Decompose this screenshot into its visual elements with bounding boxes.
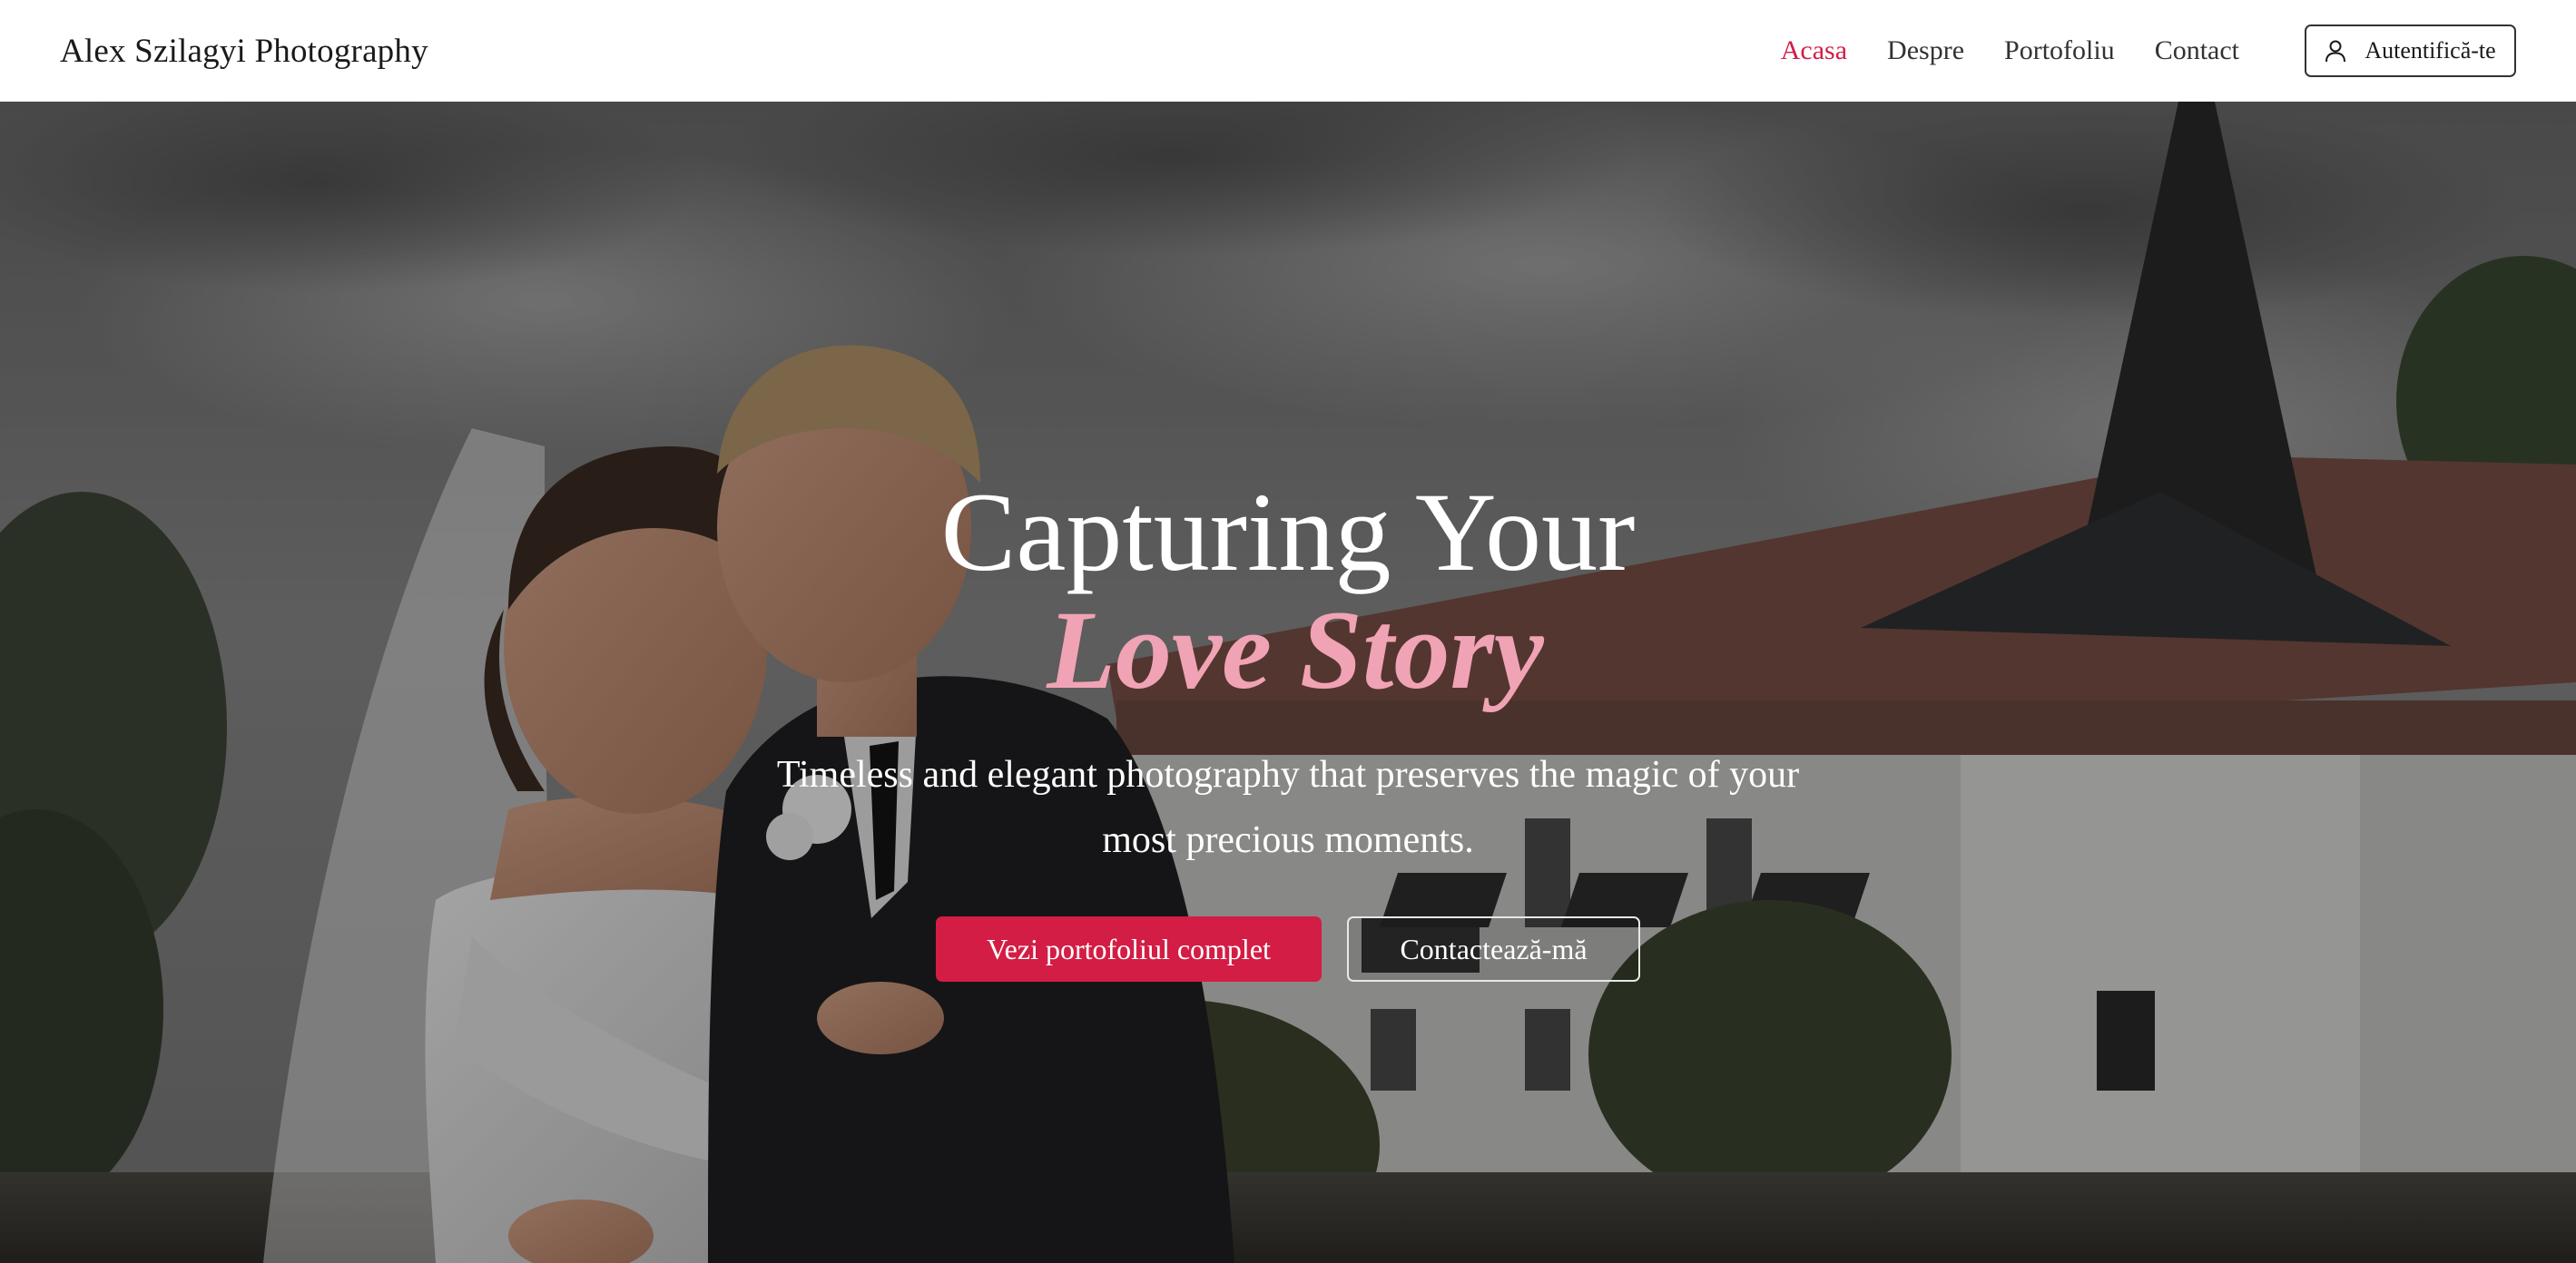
main-nav: Acasa Despre Portofoliu Contact Autentif… bbox=[1741, 24, 2516, 77]
contact-me-button[interactable]: Contactează-mă bbox=[1347, 916, 1640, 982]
hero-subtitle: Timeless and elegant photography that pr… bbox=[776, 754, 1800, 861]
nav-item-despre[interactable]: Despre bbox=[1887, 35, 1964, 66]
nav-item-contact[interactable]: Contact bbox=[2155, 35, 2239, 66]
login-label: Autentifică-te bbox=[2365, 37, 2496, 64]
hero-content: Capturing Your Love Story Timeless and e… bbox=[0, 474, 2576, 982]
view-portfolio-button[interactable]: Vezi portofoliul complet bbox=[936, 916, 1322, 982]
brand-logo[interactable]: Alex Szilagyi Photography bbox=[60, 32, 428, 71]
user-icon bbox=[2325, 40, 2346, 63]
hero-cta-row: Vezi portofoliul complet Contactează-mă bbox=[0, 916, 2576, 982]
hero-section: Capturing Your Love Story Timeless and e… bbox=[0, 102, 2576, 1263]
nav-item-acasa[interactable]: Acasa bbox=[1781, 35, 1847, 66]
site-header: Alex Szilagyi Photography Acasa Despre P… bbox=[0, 0, 2576, 102]
hero-title-line1: Capturing Your bbox=[940, 470, 1636, 594]
hero-title-line2: Love Story bbox=[1047, 588, 1544, 712]
hero-title: Capturing Your Love Story bbox=[0, 474, 2576, 710]
nav-item-portofoliu[interactable]: Portofoliu bbox=[2004, 35, 2115, 66]
login-button[interactable]: Autentifică-te bbox=[2305, 24, 2516, 77]
